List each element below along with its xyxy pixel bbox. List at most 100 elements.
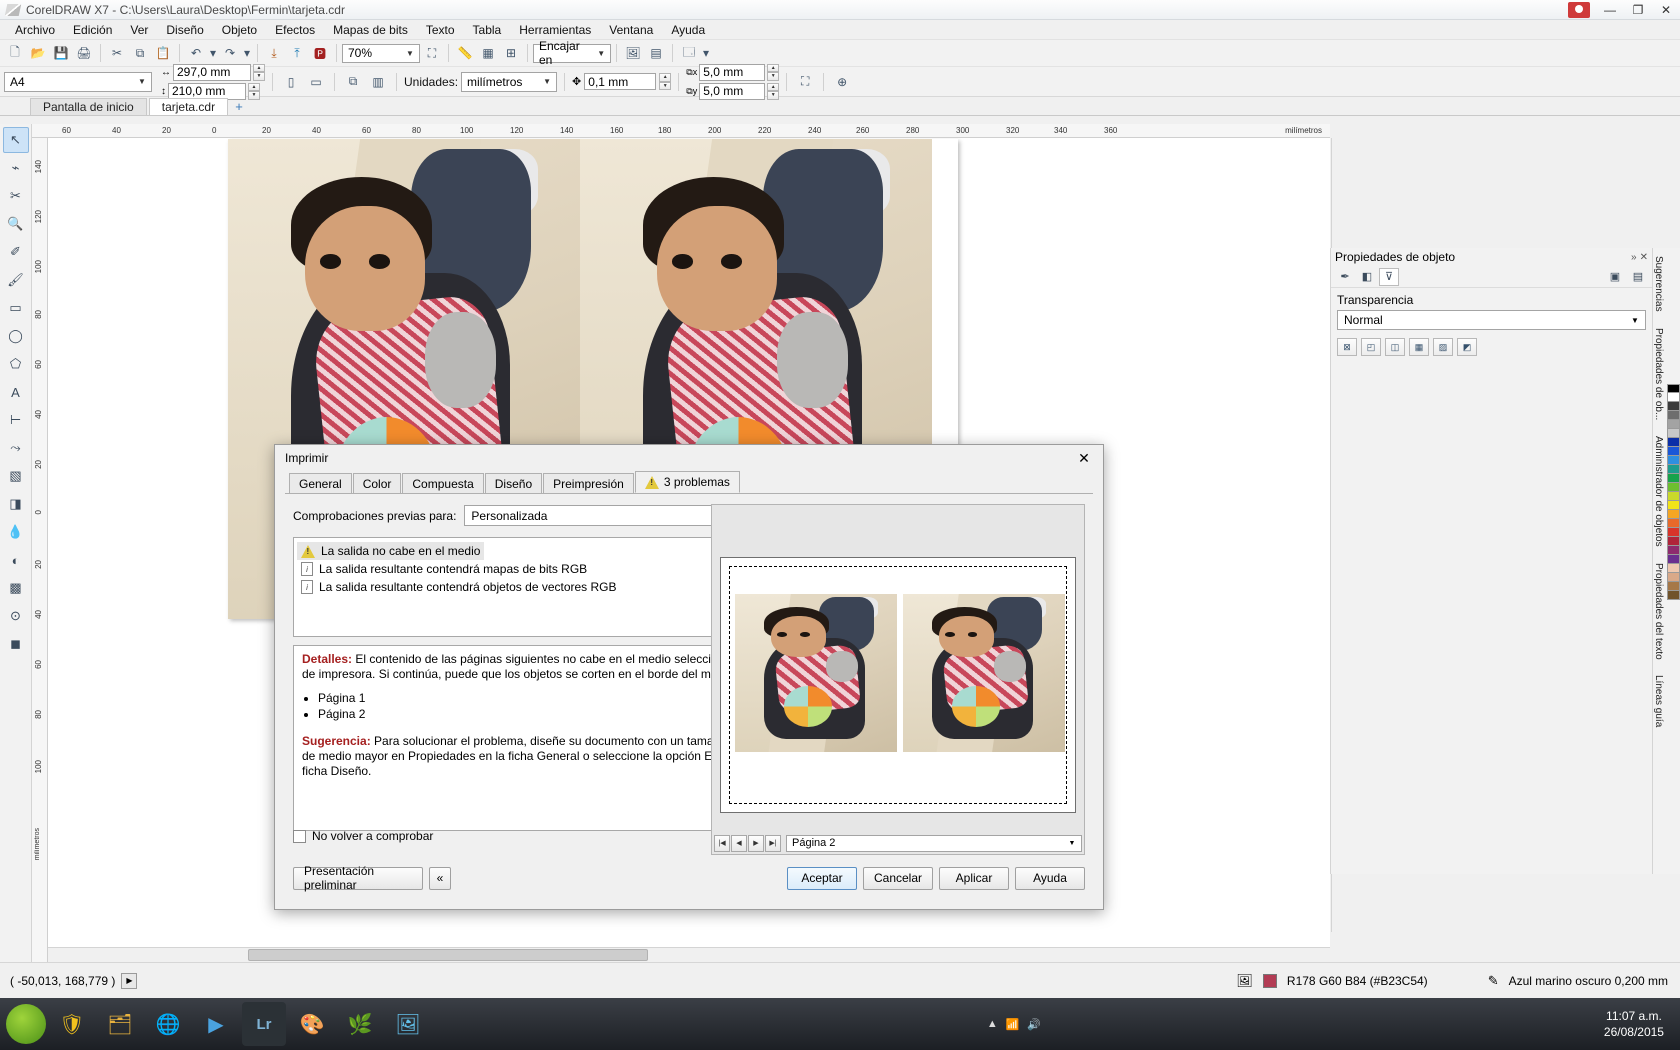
apply-button[interactable]: Aplicar xyxy=(939,866,1009,890)
launcher-dropdown-icon[interactable]: ▾ xyxy=(701,42,711,64)
docker-pin-icon[interactable]: ▤ xyxy=(1628,268,1648,286)
menu-herramientas[interactable]: Herramientas xyxy=(510,21,600,39)
fountain-transparency-icon[interactable]: ◫ xyxy=(1385,338,1405,356)
vertical-ruler[interactable]: 140 120 100 80 60 40 20 0 20 40 60 80 10… xyxy=(32,138,48,962)
media-player-icon[interactable]: ▶ xyxy=(194,1002,238,1046)
palette-swatch[interactable] xyxy=(1667,519,1680,528)
palette-swatch[interactable] xyxy=(1667,501,1680,510)
add-object-icon[interactable]: ⊕ xyxy=(831,71,853,93)
collapse-preview-button[interactable]: « xyxy=(429,866,451,890)
palette-swatch[interactable] xyxy=(1667,438,1680,447)
duplicate-y-field[interactable]: 5,0 mm xyxy=(699,82,766,100)
page-height-field[interactable]: 210,0 mm xyxy=(168,82,246,100)
chevron-down-icon[interactable]: ▼ xyxy=(594,45,608,62)
landscape-orientation-icon[interactable]: ▭ xyxy=(305,71,327,93)
parallel-dimension-icon[interactable]: ⊢ xyxy=(3,407,29,433)
chevron-down-icon[interactable]: ▼ xyxy=(135,73,149,90)
palette-swatch[interactable] xyxy=(1667,537,1680,546)
file-explorer-icon[interactable]: 🗂 xyxy=(98,1002,142,1046)
menu-ayuda[interactable]: Ayuda xyxy=(662,21,714,39)
coreldraw-icon[interactable]: 🎨 xyxy=(290,1002,334,1046)
vector-pattern-icon[interactable]: ▦ xyxy=(1409,338,1429,356)
import-icon[interactable]: ⤓ xyxy=(263,42,285,64)
show-hidden-icons-icon[interactable]: ▲ xyxy=(987,1018,998,1030)
full-screen-preview-icon[interactable]: ⛶ xyxy=(421,42,443,64)
print-preview-button[interactable]: Presentación preliminar xyxy=(293,864,423,892)
menu-archivo[interactable]: Archivo xyxy=(6,21,64,39)
palette-swatch[interactable] xyxy=(1667,384,1680,393)
outline-tool-icon[interactable]: ⊙ xyxy=(3,603,29,629)
export-icon[interactable]: ⤒ xyxy=(286,42,308,64)
palette-swatch[interactable] xyxy=(1667,483,1680,492)
blend-mode-combo[interactable]: Normal ▼ xyxy=(1337,310,1646,330)
help-button[interactable]: Ayuda xyxy=(1015,866,1085,890)
guidelines-visibility-icon[interactable]: ⊞ xyxy=(500,42,522,64)
polygon-tool-icon[interactable]: ⬠ xyxy=(3,351,29,377)
chevron-down-icon[interactable]: ▼ xyxy=(540,73,554,90)
freehand-tool-icon[interactable]: ✐ xyxy=(3,239,29,265)
palette-swatch[interactable] xyxy=(1667,474,1680,483)
tab-compuesta[interactable]: Compuesta xyxy=(402,473,484,493)
grid-visibility-icon[interactable]: ▦ xyxy=(477,42,499,64)
chrome-icon[interactable]: 🌐 xyxy=(146,1002,190,1046)
print-dialog[interactable]: Imprimir ✕ General Color Compuesta Diseñ… xyxy=(274,444,1104,910)
paste-icon[interactable]: 📋 xyxy=(152,42,174,64)
palette-swatch[interactable] xyxy=(1667,402,1680,411)
horizontal-scrollbar-thumb[interactable] xyxy=(248,949,648,961)
photo-viewer-icon[interactable]: 🖼 xyxy=(386,1002,430,1046)
sidebar-item-lineas-guia[interactable]: Líneas guía xyxy=(1653,667,1664,735)
artistic-media-icon[interactable]: 🖌 xyxy=(3,267,29,293)
palette-swatch[interactable] xyxy=(1667,429,1680,438)
palette-swatch[interactable] xyxy=(1667,582,1680,591)
publish-to-pdf-icon[interactable]: 🅿 xyxy=(309,42,331,64)
palette-swatch[interactable] xyxy=(1667,546,1680,555)
transparency-icon[interactable]: ⊽ xyxy=(1379,267,1399,286)
duplicate-y-stepper[interactable]: ▲ ▼ xyxy=(767,82,780,100)
docker-close-icon[interactable]: ✕ xyxy=(1640,252,1648,263)
texture-transparency-icon[interactable]: ◩ xyxy=(1457,338,1477,356)
palette-swatch[interactable] xyxy=(1667,492,1680,501)
print-icon[interactable]: 🖨 xyxy=(73,42,95,64)
tab-problemas[interactable]: 3 problemas xyxy=(634,471,740,493)
preview-last-page-button[interactable]: ▶| xyxy=(765,834,781,852)
sidebar-item-sugerencias[interactable]: Sugerencias xyxy=(1653,248,1664,320)
docker-collapse-icon[interactable]: » xyxy=(1631,252,1637,263)
start-orb-icon[interactable] xyxy=(6,1004,46,1044)
redo-icon[interactable]: ↷ xyxy=(219,42,241,64)
dont-check-again-checkbox[interactable] xyxy=(293,829,306,843)
palette-swatch[interactable] xyxy=(1667,420,1680,429)
add-document-tab-icon[interactable]: + xyxy=(230,98,248,115)
play-button[interactable]: ▶ xyxy=(121,972,138,989)
palette-swatch[interactable] xyxy=(1667,447,1680,456)
fill-tool-icon[interactable]: ◼ xyxy=(3,631,29,657)
palette-swatch[interactable] xyxy=(1667,555,1680,564)
duplicate-x-field[interactable]: 5,0 mm xyxy=(699,63,766,81)
page-width-field[interactable]: 297,0 mm xyxy=(173,63,251,81)
options-icon[interactable]: 🖼 xyxy=(622,42,644,64)
preview-first-page-button[interactable]: |◀ xyxy=(714,834,730,852)
menu-efectos[interactable]: Efectos xyxy=(266,21,324,39)
volume-icon[interactable]: 🔊 xyxy=(1027,1018,1041,1031)
duplicate-x-stepper[interactable]: ▲ ▼ xyxy=(767,63,780,81)
horizontal-scrollbar[interactable] xyxy=(48,947,1330,962)
smart-fill-icon[interactable]: ▩ xyxy=(3,575,29,601)
document-tab-tarjeta[interactable]: tarjeta.cdr xyxy=(148,98,229,115)
page-height-stepper[interactable]: ▲ ▼ xyxy=(248,82,260,100)
snap-to-combo[interactable]: Encajar en ▼ xyxy=(533,39,611,67)
sidebar-item-propiedades-texto[interactable]: Propiedades del texto xyxy=(1653,555,1664,668)
palette-swatch[interactable] xyxy=(1667,564,1680,573)
sidebar-item-administrador-objetos[interactable]: Administrador de objetos xyxy=(1653,428,1664,555)
dont-check-again-row[interactable]: No volver a comprobar xyxy=(293,829,433,843)
cut-icon[interactable]: ✂ xyxy=(106,42,128,64)
tab-general[interactable]: General xyxy=(289,473,352,493)
tab-diseno[interactable]: Diseño xyxy=(484,473,543,493)
menu-objeto[interactable]: Objeto xyxy=(213,21,266,39)
outline-color-icon[interactable]: ✎ xyxy=(1488,973,1499,989)
menu-mapas-de-bits[interactable]: Mapas de bits xyxy=(324,21,417,39)
chevron-down-icon[interactable]: ▼ xyxy=(1627,316,1643,325)
palette-swatch[interactable] xyxy=(1667,465,1680,474)
accept-button[interactable]: Aceptar xyxy=(787,866,857,890)
page-size-combo[interactable]: A4 ▼ xyxy=(4,71,152,92)
close-button[interactable]: ✕ xyxy=(1652,0,1680,20)
chevron-down-icon[interactable]: ▼ xyxy=(403,45,417,62)
